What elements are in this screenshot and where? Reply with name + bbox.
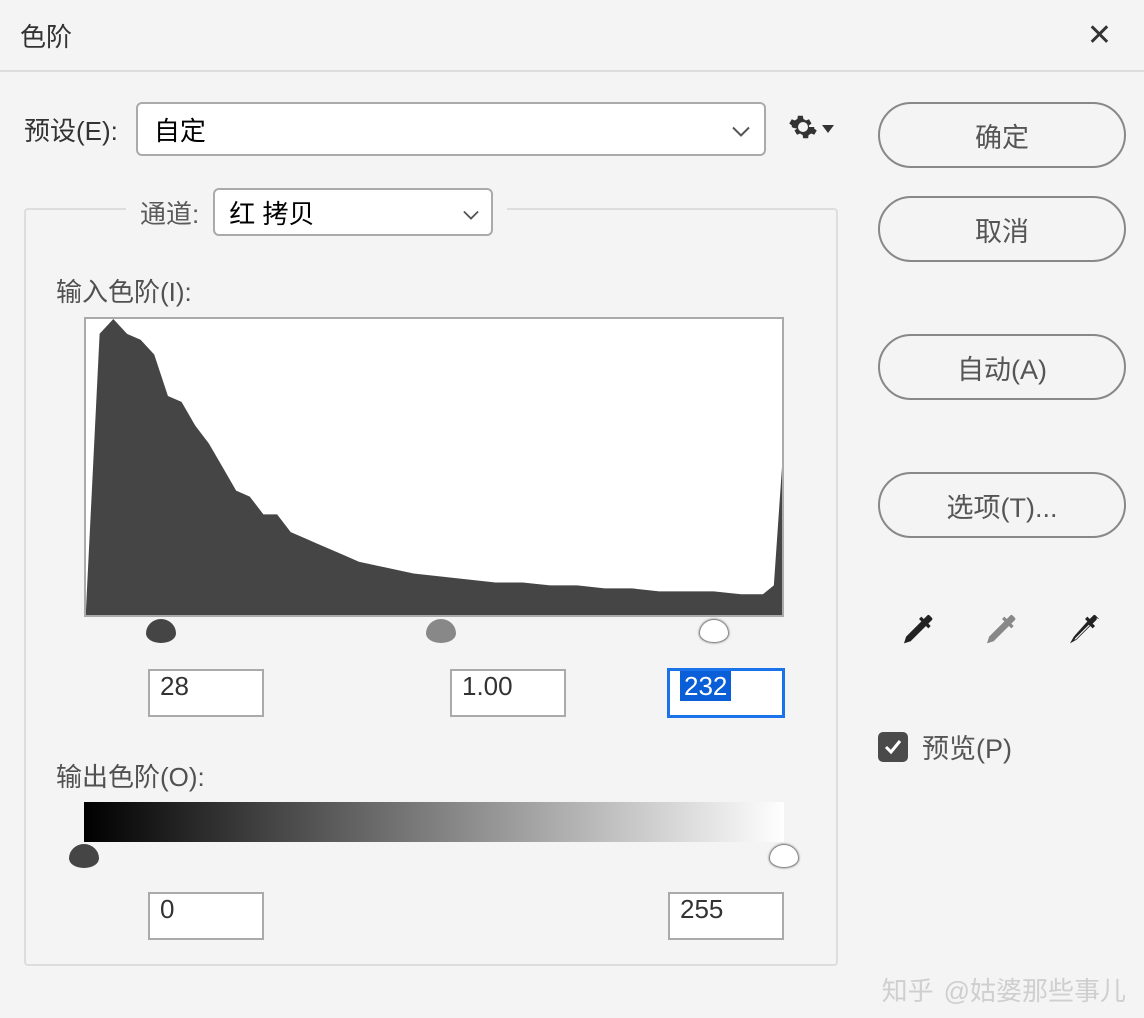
channel-select[interactable]: 红 拷贝: [213, 188, 493, 236]
input-gamma-slider[interactable]: [426, 619, 456, 643]
ok-button[interactable]: 确定: [878, 102, 1126, 168]
input-white-field[interactable]: 232: [668, 669, 784, 717]
close-icon[interactable]: ✕: [1075, 12, 1124, 59]
preset-select[interactable]: 自定: [136, 102, 766, 156]
chevron-down-icon: [463, 197, 479, 228]
output-black-slider[interactable]: [69, 844, 99, 868]
dialog-title: 色阶: [20, 17, 72, 54]
preview-checkbox[interactable]: [878, 732, 908, 762]
output-white-slider[interactable]: [769, 844, 799, 868]
eyedropper-gray-icon[interactable]: [978, 606, 1026, 659]
eyedropper-white-icon[interactable]: [1061, 606, 1109, 659]
input-black-slider[interactable]: [146, 619, 176, 643]
auto-button[interactable]: 自动(A): [878, 334, 1126, 400]
channel-label: 通道:: [140, 194, 199, 231]
chevron-down-icon: [732, 114, 750, 145]
output-white-field[interactable]: 255: [668, 892, 784, 940]
input-gamma-field[interactable]: 1.00: [450, 669, 566, 717]
histogram: [84, 317, 784, 617]
input-white-slider[interactable]: [699, 619, 729, 643]
cancel-button[interactable]: 取消: [878, 196, 1126, 262]
output-levels-label: 输出色阶(O):: [56, 757, 812, 794]
preview-label: 预览(P): [922, 727, 1012, 766]
output-black-field[interactable]: 0: [148, 892, 264, 940]
preset-value: 自定: [154, 111, 206, 148]
dropdown-arrow-icon: [822, 120, 834, 138]
eyedropper-black-icon[interactable]: [895, 606, 943, 659]
options-button[interactable]: 选项(T)...: [878, 472, 1126, 538]
input-black-field[interactable]: 28: [148, 669, 264, 717]
preset-menu-button[interactable]: [784, 108, 838, 151]
channel-value: 红 拷贝: [229, 194, 314, 231]
input-levels-label: 输入色阶(I):: [56, 272, 812, 309]
output-gradient: [84, 802, 784, 842]
gear-icon: [788, 112, 818, 147]
preset-label: 预设(E):: [24, 111, 118, 148]
